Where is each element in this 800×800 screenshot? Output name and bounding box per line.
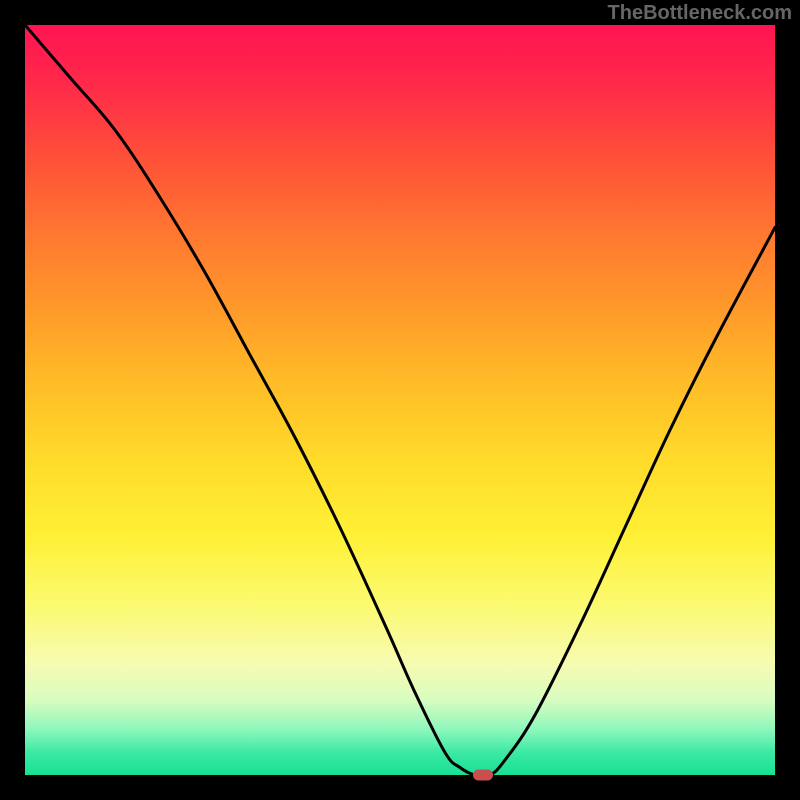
chart-plot-area: [25, 25, 775, 775]
bottleneck-curve-svg: [25, 25, 775, 775]
watermark-text: TheBottleneck.com: [608, 2, 792, 25]
optimum-marker: [473, 770, 493, 781]
bottleneck-curve-path: [25, 25, 775, 775]
